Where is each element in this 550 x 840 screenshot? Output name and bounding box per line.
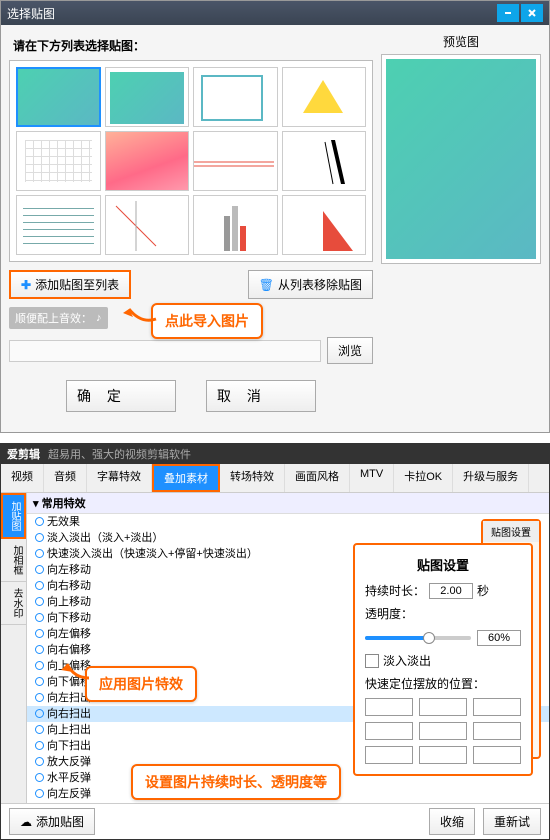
preview-image [386,59,536,259]
pos-tr[interactable] [473,698,521,716]
thumb-4[interactable] [282,67,367,127]
duration-unit: 秒 [477,582,489,599]
right-panel-title: 贴图设置 [483,521,539,542]
pos-tc[interactable] [419,698,467,716]
app-brand: 爱剪辑 [7,446,40,462]
add-sticker-label: 添加贴图至列表 [35,276,119,293]
thumb-6[interactable] [105,131,190,191]
tab-2[interactable]: 字幕特效 [87,464,152,492]
sticker-dialog: 选择贴图 请在下方列表选择贴图： [0,0,550,433]
minimize-button[interactable] [497,4,519,22]
ok-button[interactable]: 确 定 [66,380,176,412]
thumb-2[interactable] [105,67,190,127]
sound-path-input[interactable] [9,340,321,362]
thumb-7[interactable] [193,131,278,191]
collapse-button[interactable]: 收缩 [429,808,475,835]
duration-input[interactable] [429,583,473,599]
tab-3[interactable]: 叠加素材 [152,464,220,492]
side-tabs: 加贴图加相框去水印 [1,493,27,803]
fade-checkbox[interactable] [365,654,379,668]
remove-sticker-button[interactable]: 🗑 从列表移除贴图 [248,270,373,299]
settings-title: 贴图设置 [365,555,521,574]
add-sticker-bottom-button[interactable]: ☁ 添加贴图 [9,808,95,835]
thumb-12[interactable] [282,195,367,255]
main-tabs: 视频音频字幕特效叠加素材转场特效画面风格MTV卡拉OK升级与服务 [1,464,549,493]
dialog-title: 选择贴图 [7,5,55,22]
tab-5[interactable]: 画面风格 [285,464,350,492]
thumb-8[interactable] [282,131,367,191]
app-tagline: 超易用、强大的视频剪辑软件 [48,446,191,462]
music-note-icon: ♪ [96,312,102,324]
retry-button[interactable]: 重新试 [483,808,541,835]
close-button[interactable] [521,4,543,22]
thumb-5[interactable] [16,131,101,191]
settings-panel: 贴图设置 持续时长： 秒 透明度： 淡入淡出 快速定位摆放的位置： [353,543,533,776]
sound-label: 顺便配上音效： ♪ [9,307,108,329]
thumb-10[interactable] [105,195,190,255]
opacity-value[interactable] [477,630,521,646]
add-sticker-button[interactable]: ✚ 添加贴图至列表 [9,270,131,299]
cloud-icon: ☁ [20,815,32,829]
remove-sticker-label: 从列表移除贴图 [278,276,362,293]
preview-title: 预览图 [381,33,541,50]
position-label: 快速定位摆放的位置： [365,675,521,692]
thumb-9[interactable] [16,195,101,255]
effect-item[interactable]: 向右反弹 [27,802,549,803]
duration-label: 持续时长： [365,582,425,599]
thumb-1[interactable] [16,67,101,127]
tab-8[interactable]: 升级与服务 [453,464,529,492]
pos-mr[interactable] [473,722,521,740]
cancel-button[interactable]: 取 消 [206,380,316,412]
effect-category[interactable]: ▾ 常用特效 [27,493,549,514]
effect-item[interactable]: 无效果 [27,514,549,530]
tab-6[interactable]: MTV [350,464,394,492]
browse-button[interactable]: 浏览 [327,337,373,364]
app-titlebar: 爱剪辑 超易用、强大的视频剪辑软件 [1,444,549,464]
pos-br[interactable] [473,746,521,764]
pos-ml[interactable] [365,722,413,740]
callout-settings: 设置图片持续时长、透明度等 [131,764,341,800]
callout-import: 点此导入图片 [151,303,263,339]
thumb-3[interactable] [193,67,278,127]
side-tab-2[interactable]: 去水印 [1,582,26,625]
plus-icon: ✚ [21,278,31,292]
instruction-text: 请在下方列表选择贴图： [13,37,373,54]
pos-bl[interactable] [365,746,413,764]
pos-mc[interactable] [419,722,467,740]
callout-arrow-icon [121,299,161,329]
titlebar: 选择贴图 [1,1,549,25]
side-tab-0[interactable]: 加贴图 [1,493,26,539]
position-grid [365,698,521,764]
fade-label: 淡入淡出 [383,652,431,669]
thumb-11[interactable] [193,195,278,255]
pos-bc[interactable] [419,746,467,764]
callout-arrow-icon [59,656,99,686]
callout-apply-effect: 应用图片特效 [85,666,197,702]
tab-4[interactable]: 转场特效 [220,464,285,492]
opacity-label: 透明度： [365,605,521,622]
preview-box [381,54,541,264]
bottom-bar: ☁ 添加贴图 收缩 重新试 [1,803,549,839]
trash-icon: 🗑 [259,278,274,292]
tab-0[interactable]: 视频 [1,464,44,492]
tab-1[interactable]: 音频 [44,464,87,492]
pos-tl[interactable] [365,698,413,716]
sticker-grid [9,60,373,262]
opacity-slider[interactable] [365,636,471,640]
side-tab-1[interactable]: 加相框 [1,539,26,582]
tab-7[interactable]: 卡拉OK [394,464,453,492]
video-editor-app: 爱剪辑 超易用、强大的视频剪辑软件 视频音频字幕特效叠加素材转场特效画面风格MT… [0,443,550,840]
